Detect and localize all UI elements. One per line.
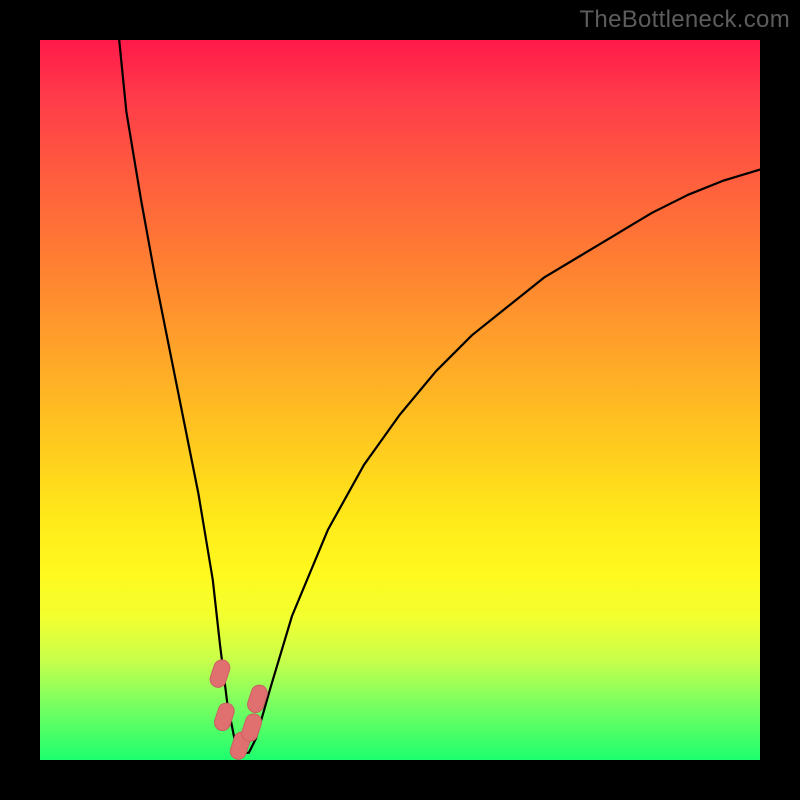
plot-area (40, 40, 760, 760)
marker-0 (208, 658, 232, 690)
bottleneck-curve (119, 40, 760, 753)
curve-svg (40, 40, 760, 760)
chart-frame: TheBottleneck.com (0, 0, 800, 800)
watermark-text: TheBottleneck.com (579, 6, 790, 34)
marker-4 (246, 683, 270, 715)
markers-group (208, 658, 269, 762)
marker-3 (240, 712, 264, 744)
